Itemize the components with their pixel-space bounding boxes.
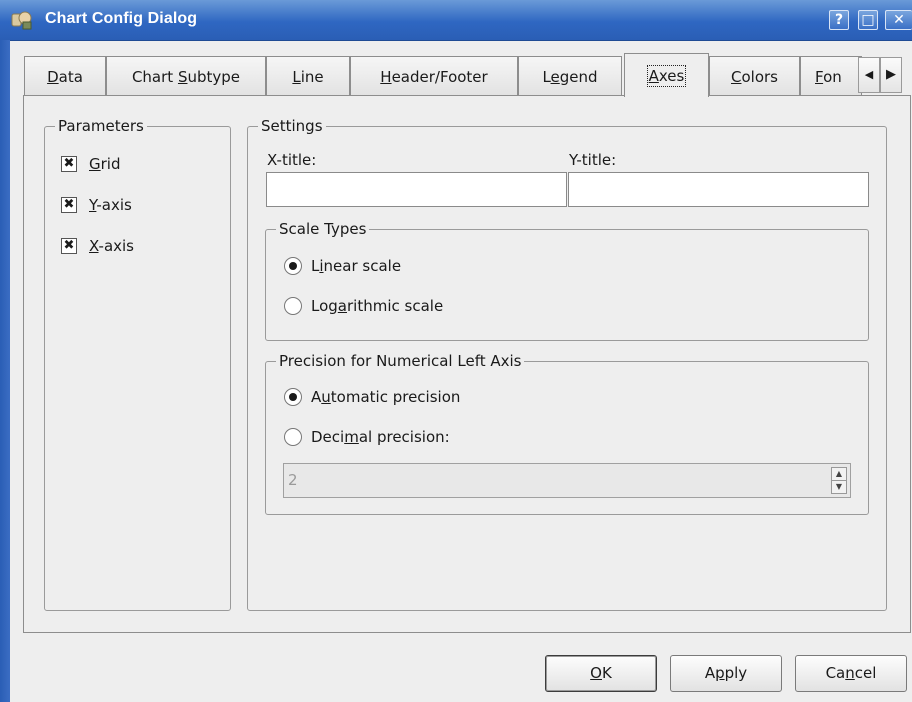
check-mark-icon: ✖ (63, 238, 75, 253)
y-title-input[interactable] (568, 172, 869, 207)
tab-header-footer[interactable]: Header/Footer (350, 56, 518, 96)
y-axis-label: Y-axis (89, 196, 132, 214)
tab-chart-subtype[interactable]: Chart Subtype (106, 56, 266, 96)
logarithmic-scale-label: Logarithmic scale (311, 297, 444, 315)
tab-axes[interactable]: Axes (624, 53, 709, 97)
decimal-precision-spinbox[interactable]: 2 ▲ ▼ (283, 463, 851, 498)
help-button[interactable]: ? (829, 10, 849, 30)
radio-selected-dot (289, 393, 297, 401)
close-icon: ✕ (893, 12, 905, 28)
scroll-left-icon: ◀ (864, 68, 874, 81)
close-button[interactable]: ✕ (885, 10, 912, 30)
logarithmic-scale-radio[interactable] (284, 297, 302, 315)
tab-label: Chart Subtype (131, 68, 241, 86)
chart-config-dialog: Chart Config Dialog ? □ ✕ Data Chart Sub… (0, 0, 912, 702)
scale-types-group: Scale Types Linear scale Logarithmic sca… (265, 219, 869, 341)
x-axis-checkbox[interactable]: ✖ (61, 238, 77, 254)
parameters-group: Parameters ✖ Grid ✖ Y-axis ✖ X-axis (44, 116, 231, 611)
window-left-border (0, 40, 10, 702)
automatic-precision-radio[interactable] (284, 388, 302, 406)
x-title-label: X-title: (267, 151, 317, 169)
tab-colors[interactable]: Colors (709, 56, 800, 96)
automatic-precision-label: Automatic precision (311, 388, 461, 406)
chart-config-app-icon[interactable] (11, 10, 33, 30)
grid-checkbox[interactable]: ✖ (61, 156, 77, 172)
tab-label: Data (47, 68, 83, 86)
x-axis-label: X-axis (89, 237, 134, 255)
scale-types-title: Scale Types (276, 219, 370, 239)
tab-label: Axes (646, 65, 687, 87)
cancel-button[interactable]: Cancel (795, 655, 907, 692)
spinbox-value: 2 (288, 471, 298, 489)
y-title-label: Y-title: (569, 151, 617, 169)
window-title: Chart Config Dialog (45, 10, 198, 27)
tab-scroll-right-button[interactable]: ▶ (880, 57, 902, 93)
maximize-button[interactable]: □ (858, 10, 878, 30)
check-mark-icon: ✖ (63, 197, 75, 212)
help-icon: ? (834, 12, 844, 28)
tab-label: Line (292, 68, 324, 86)
tab-label: Legend (542, 68, 598, 86)
tab-line[interactable]: Line (266, 56, 350, 96)
maximize-icon: □ (861, 12, 875, 28)
settings-title: Settings (258, 116, 326, 136)
spin-up-arrow-icon[interactable]: ▲ (832, 468, 846, 481)
linear-scale-label: Linear scale (311, 257, 402, 275)
tab-label: Colors (731, 68, 778, 86)
tab-label: Header/Footer (380, 68, 488, 86)
spin-down-arrow-icon[interactable]: ▼ (832, 481, 846, 493)
grid-label: Grid (89, 155, 121, 173)
tab-scroll-left-button[interactable]: ◀ (858, 57, 880, 93)
spinbox-buttons: ▲ ▼ (831, 467, 847, 494)
check-mark-icon: ✖ (63, 156, 75, 171)
y-axis-checkbox[interactable]: ✖ (61, 197, 77, 213)
tab-fonts[interactable]: Fon (800, 56, 862, 96)
ok-button[interactable]: OK (545, 655, 657, 692)
parameters-title: Parameters (55, 116, 147, 136)
apply-button[interactable]: Apply (670, 655, 782, 692)
decimal-precision-label: Decimal precision: (311, 428, 450, 446)
decimal-precision-radio[interactable] (284, 428, 302, 446)
x-title-input[interactable] (266, 172, 567, 207)
tab-data[interactable]: Data (24, 56, 106, 96)
linear-scale-radio[interactable] (284, 257, 302, 275)
precision-title: Precision for Numerical Left Axis (276, 351, 525, 371)
radio-selected-dot (289, 262, 297, 270)
title-bar[interactable]: Chart Config Dialog ? □ ✕ (0, 0, 912, 41)
tab-legend[interactable]: Legend (518, 56, 622, 96)
scroll-right-icon: ▶ (886, 67, 896, 82)
tab-label: Fon (815, 68, 842, 86)
